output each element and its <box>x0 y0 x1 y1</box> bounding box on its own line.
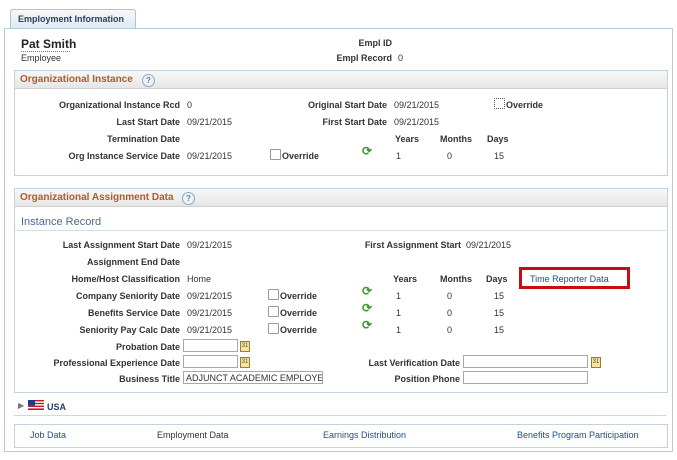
override-checkbox[interactable] <box>268 306 279 317</box>
first-start-value: 09/21/2015 <box>394 117 440 127</box>
highlight-box <box>519 267 630 289</box>
earnings-distribution-link[interactable]: Earnings Distribution <box>323 430 406 440</box>
probation-date-label: Probation Date <box>115 342 180 352</box>
first-assignment-start-value: 09/21/2015 <box>466 240 512 250</box>
refresh-icon[interactable]: ⟳ <box>362 301 372 315</box>
business-title-label: Business Title <box>119 374 180 384</box>
days-value: 15 <box>494 291 505 301</box>
months-value: 0 <box>447 291 453 301</box>
override-label: Override <box>280 308 318 318</box>
first-assignment-start-label: First Assignment Start <box>364 240 461 250</box>
country-label: USA <box>47 402 67 412</box>
override-label: Override <box>506 100 544 110</box>
months-value: 0 <box>447 151 453 161</box>
calendar-icon[interactable]: 31 <box>240 341 250 352</box>
section-header: Organizational Instance ? <box>15 71 667 89</box>
months-header: Months <box>440 274 472 284</box>
first-start-label: First Start Date <box>322 117 387 127</box>
months-value: 0 <box>447 325 453 335</box>
empl-record-label: Empl Record <box>336 53 392 63</box>
org-instance-service-value: 09/21/2015 <box>187 151 233 161</box>
days-header: Days <box>487 134 509 144</box>
seniority-pay-calc-value: 09/21/2015 <box>187 325 233 335</box>
days-value: 15 <box>494 151 505 161</box>
benefits-program-link[interactable]: Benefits Program Participation <box>517 430 639 440</box>
help-icon[interactable]: ? <box>142 74 155 87</box>
divider <box>14 230 666 231</box>
benefits-service-label: Benefits Service Date <box>87 308 180 318</box>
months-header: Months <box>440 134 472 144</box>
company-seniority-label: Company Seniority Date <box>75 291 180 301</box>
org-instance-service-label: Org Instance Service Date <box>68 151 180 161</box>
override-checkbox[interactable] <box>270 149 281 160</box>
section-title: Organizational Instance <box>20 74 133 85</box>
refresh-icon[interactable]: ⟳ <box>362 144 372 158</box>
days-value: 15 <box>494 308 505 318</box>
last-verification-label: Last Verification Date <box>368 358 460 368</box>
original-start-value: 09/21/2015 <box>394 100 440 110</box>
country-section <box>14 398 666 416</box>
override-checkbox[interactable] <box>494 98 505 109</box>
years-value: 1 <box>396 325 402 335</box>
business-title-input[interactable]: ADJUNCT ACADEMIC EMPLOYEE <box>183 371 323 384</box>
empl-id-label: Empl ID <box>358 38 392 48</box>
expand-arrow-icon[interactable]: ▶ <box>18 401 24 410</box>
override-checkbox[interactable] <box>268 323 279 334</box>
last-assignment-start-label: Last Assignment Start Date <box>62 240 180 250</box>
years-header: Years <box>395 134 420 144</box>
override-checkbox[interactable] <box>268 289 279 300</box>
refresh-icon[interactable]: ⟳ <box>362 284 372 298</box>
employment-data-link[interactable]: Employment Data <box>157 430 229 440</box>
tab-label: Employment Information <box>18 14 125 24</box>
job-data-link[interactable]: Job Data <box>30 430 66 440</box>
empl-record-value: 0 <box>398 53 404 63</box>
assignment-end-label: Assignment End Date <box>86 257 180 267</box>
org-instance-rcd-value: 0 <box>187 100 193 110</box>
home-host-value: Home <box>187 274 212 284</box>
years-value: 1 <box>396 308 402 318</box>
position-phone-label: Position Phone <box>394 374 460 384</box>
override-label: Override <box>282 151 320 161</box>
home-host-label: Home/Host Classification <box>71 274 180 284</box>
position-phone-input[interactable] <box>463 371 588 384</box>
last-start-label: Last Start Date <box>116 117 180 127</box>
professional-experience-input[interactable] <box>183 355 238 368</box>
days-header: Days <box>486 274 508 284</box>
years-value: 1 <box>396 291 402 301</box>
termination-label: Termination Date <box>107 134 180 144</box>
instance-record-heading: Instance Record <box>21 216 102 228</box>
months-value: 0 <box>447 308 453 318</box>
last-assignment-start-value: 09/21/2015 <box>187 240 233 250</box>
professional-experience-label: Professional Experience Date <box>53 358 180 368</box>
employee-name: Pat Smith <box>21 37 77 51</box>
original-start-label: Original Start Date <box>307 100 387 110</box>
section-title: Organizational Assignment Data <box>20 192 174 203</box>
calendar-icon[interactable]: 31 <box>591 357 601 368</box>
last-start-value: 09/21/2015 <box>187 117 233 127</box>
days-value: 15 <box>494 325 505 335</box>
benefits-service-value: 09/21/2015 <box>187 308 233 318</box>
company-seniority-value: 09/21/2015 <box>187 291 233 301</box>
years-value: 1 <box>396 151 402 161</box>
employee-role: Employee <box>21 53 62 63</box>
help-icon[interactable]: ? <box>182 192 195 205</box>
name-underline <box>21 51 70 52</box>
last-verification-input[interactable] <box>463 355 588 368</box>
override-label: Override <box>280 291 318 301</box>
calendar-icon[interactable]: 31 <box>240 357 250 368</box>
probation-date-input[interactable] <box>183 339 238 352</box>
seniority-pay-calc-label: Seniority Pay Calc Date <box>79 325 180 335</box>
tab-employment-information[interactable]: Employment Information <box>10 9 136 29</box>
section-header: Organizational Assignment Data ? <box>15 189 667 207</box>
override-label: Override <box>280 325 318 335</box>
refresh-icon[interactable]: ⟳ <box>362 318 372 332</box>
org-instance-rcd-label: Organizational Instance Rcd <box>58 100 180 110</box>
years-header: Years <box>393 274 418 284</box>
usa-flag-icon <box>28 400 44 410</box>
